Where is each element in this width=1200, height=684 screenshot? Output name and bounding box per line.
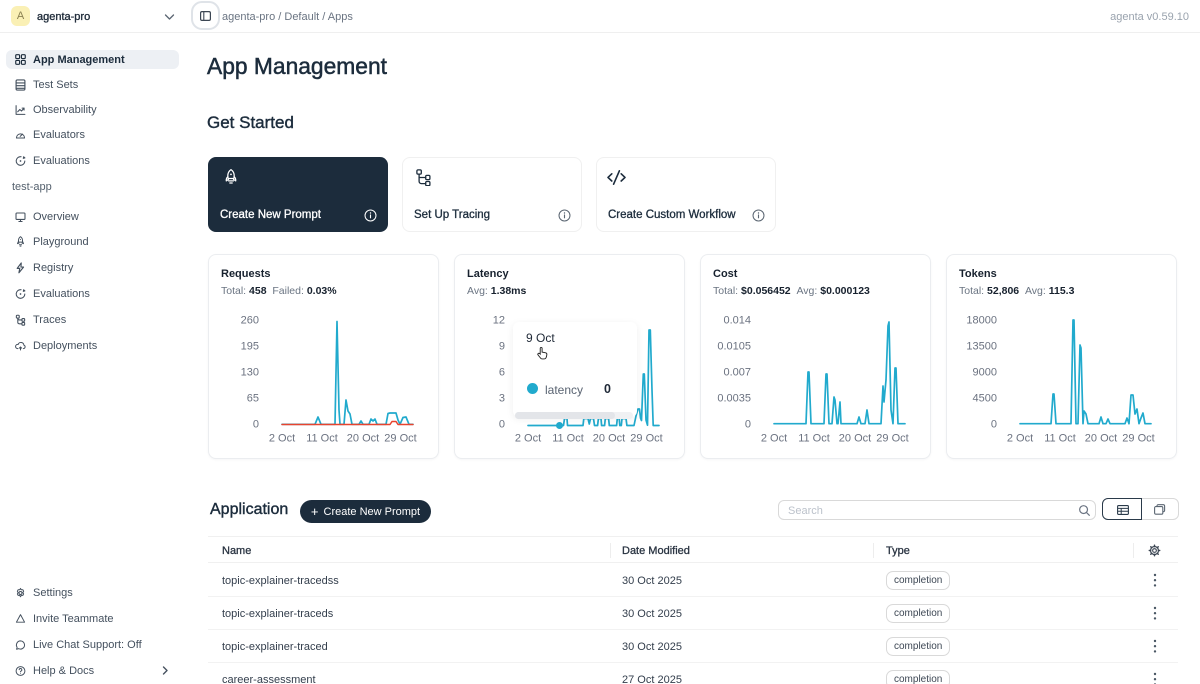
- svg-text:13500: 13500: [966, 341, 997, 353]
- svg-text:20 Oct: 20 Oct: [593, 433, 625, 445]
- svg-text:2 Oct: 2 Oct: [761, 433, 787, 445]
- svg-text:29 Oct: 29 Oct: [384, 433, 416, 445]
- svg-text:0: 0: [991, 419, 997, 431]
- svg-text:2 Oct: 2 Oct: [515, 433, 541, 445]
- svg-text:20 Oct: 20 Oct: [839, 433, 871, 445]
- svg-text:4500: 4500: [973, 393, 997, 405]
- svg-text:29 Oct: 29 Oct: [1122, 433, 1154, 445]
- svg-text:65: 65: [247, 393, 259, 405]
- svg-text:0.0035: 0.0035: [717, 393, 751, 405]
- svg-text:29 Oct: 29 Oct: [876, 433, 908, 445]
- svg-text:0.0105: 0.0105: [717, 341, 751, 353]
- svg-text:9000: 9000: [973, 367, 997, 379]
- svg-text:20 Oct: 20 Oct: [1085, 433, 1117, 445]
- svg-text:0.007: 0.007: [723, 367, 751, 379]
- svg-text:11 Oct: 11 Oct: [552, 433, 584, 445]
- svg-text:2 Oct: 2 Oct: [1007, 433, 1033, 445]
- svg-text:11 Oct: 11 Oct: [1044, 433, 1076, 445]
- svg-text:6: 6: [499, 367, 505, 379]
- svg-text:20 Oct: 20 Oct: [347, 433, 379, 445]
- svg-text:0: 0: [745, 419, 751, 431]
- svg-text:0: 0: [253, 419, 259, 431]
- svg-text:3: 3: [499, 393, 505, 405]
- svg-text:2 Oct: 2 Oct: [269, 433, 295, 445]
- svg-text:260: 260: [241, 315, 259, 327]
- svg-text:12: 12: [493, 315, 505, 327]
- svg-text:18000: 18000: [966, 315, 997, 327]
- svg-text:11 Oct: 11 Oct: [798, 433, 830, 445]
- svg-text:195: 195: [241, 341, 259, 353]
- svg-text:130: 130: [241, 367, 259, 379]
- svg-text:11 Oct: 11 Oct: [306, 433, 338, 445]
- svg-text:0: 0: [499, 419, 505, 431]
- svg-text:29 Oct: 29 Oct: [630, 433, 662, 445]
- svg-text:0.014: 0.014: [723, 315, 751, 327]
- svg-text:9: 9: [499, 341, 505, 353]
